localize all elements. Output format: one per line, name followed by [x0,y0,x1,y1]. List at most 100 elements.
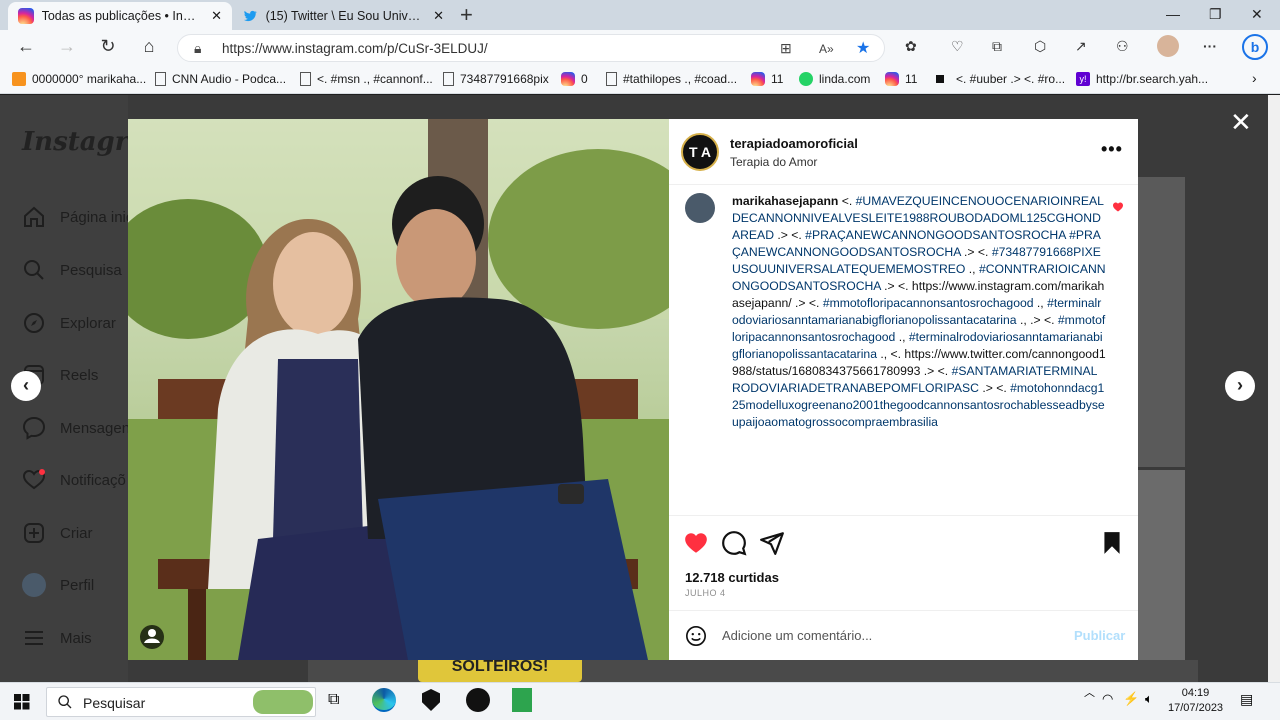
account-username[interactable]: terapiadoamoroficial [730,136,858,151]
tab-instagram[interactable]: Todas as publicações • Instagram ✕ [8,2,232,30]
page-icon [443,72,454,86]
bookmark-item[interactable]: <. #uuber .> <. #ro... [936,72,1065,86]
bookmark-item[interactable]: CNN Audio - Podca... [155,72,286,86]
bookmark-item[interactable]: linda.com [799,72,870,86]
collections-icon[interactable]: ⧉ [992,38,1002,55]
bookmark-item[interactable]: 11 [885,72,917,86]
page-icon [155,72,166,86]
close-window-icon[interactable]: ✕ [1251,6,1263,23]
page-scrollbar[interactable] [1268,95,1280,682]
back-icon[interactable]: ← [14,36,38,57]
background-post-thumbnail [1137,177,1185,467]
url-text[interactable]: https://www.instagram.com/p/CuSr-3ELDUJ/ [222,41,488,56]
post-photo[interactable] [128,119,669,660]
commenter-avatar[interactable] [685,193,715,223]
app-available-icon[interactable]: ⊞ [780,40,792,57]
previous-post-arrow-icon[interactable]: ‹ [11,371,41,401]
sidebar-item-create[interactable]: Criar [22,521,93,545]
sidebar-item-profile[interactable]: Perfil [22,573,94,597]
instagram-icon [18,8,34,24]
bookmark-item[interactable]: <. #msn ., #cannonf... [300,72,433,86]
bookmark-item[interactable]: #tathilopes ., #coad... [606,72,737,86]
comment-text-fragment: .> <. [978,381,1011,395]
publish-button[interactable]: Publicar [1074,628,1125,643]
search-icon [24,260,44,280]
sidebar-item-messages[interactable]: Mensagen [22,416,130,440]
read-aloud-icon[interactable]: A» [819,42,834,56]
post-header: T A terapiadoamoroficial Terapia do Amor… [669,119,1138,185]
navigation-bar: ← → ↻ ⌂ 🔒︎ https://www.instagram.com/p/C… [0,30,1280,66]
lock-icon[interactable]: 🔒︎ [194,40,201,57]
battery-icon[interactable]: ⚡ [1123,691,1139,707]
twitter-icon [243,10,258,22]
browser-essentials-icon[interactable]: ⬡ [1034,38,1046,55]
windows-start-icon[interactable] [14,694,30,710]
taskbar-clock[interactable]: 04:19 17/07/2023 [1168,686,1223,716]
forward-icon[interactable]: → [55,36,79,57]
post-details-panel: T A terapiadoamoroficial Terapia do Amor… [669,119,1138,660]
bookmark-item[interactable]: 73487791668pix [443,72,549,86]
sidebar-item-explore[interactable]: Explorar [22,311,116,335]
comment-input[interactable]: Adicione um comentário... [722,628,872,643]
sidebar-item-home[interactable]: Página inic [22,205,133,229]
messenger-icon [22,416,46,440]
ok-icon [12,72,26,86]
favorite-star-icon[interactable]: ★ [856,38,870,58]
security-shield-icon[interactable] [422,689,440,711]
taskbar-search-label: Pesquisar [83,695,146,711]
close-tab-icon[interactable]: ✕ [211,8,222,24]
minimize-icon[interactable]: — [1166,6,1180,22]
comment-icon[interactable] [721,530,747,556]
volume-icon[interactable]: 🔈︎ [1145,691,1153,707]
comment-text-fragment: .> <. [774,228,806,242]
tab-twitter[interactable]: (15) Twitter \ Eu Sou Universal (E ✕ [232,2,454,30]
next-post-arrow-icon[interactable]: › [1225,371,1255,401]
task-view-icon[interactable]: ⧉ [328,691,339,709]
share-send-icon[interactable] [759,530,785,556]
app-icon[interactable] [466,688,490,712]
like-heart-icon[interactable] [683,530,709,556]
bookmark-item[interactable]: 11 [751,72,783,86]
bing-copilot-icon[interactable]: b [1242,34,1268,60]
home-icon [24,206,44,227]
performance-icon[interactable]: ♡ [951,38,964,55]
account-avatar[interactable]: T A [681,133,719,171]
home-icon[interactable]: ⌂ [137,36,161,57]
more-options-icon[interactable]: ••• [1101,139,1123,160]
bookmark-item[interactable]: 0 [561,72,588,86]
sidebar-item-more[interactable]: Mais [22,626,92,650]
extensions-icon[interactable]: ✿ [905,38,917,55]
hashtag-link[interactable]: #PRAÇANEWCANNONGOODSANTOSROCHA [805,228,1066,242]
close-modal-icon[interactable]: ✕ [1230,109,1252,135]
emoji-icon[interactable] [685,625,707,647]
favorites-bar: 0000000° marikaha... CNN Audio - Podca..… [0,66,1280,94]
whatsapp-icon [799,72,813,86]
comment-like-heart-icon[interactable] [1112,201,1124,213]
hashtag-link[interactable]: #mmotofloripacannonsantosrochagood [823,296,1034,310]
compass-icon [24,313,44,333]
close-tab-icon[interactable]: ✕ [433,8,444,24]
bookmark-item[interactable]: 0000000° marikaha... [12,72,146,86]
maximize-icon[interactable]: ❐ [1209,6,1222,23]
sidebar-item-notifications[interactable]: Notificaçõ [22,468,126,492]
address-bar[interactable]: 🔒︎ https://www.instagram.com/p/CuSr-3ELD… [177,34,885,62]
workspaces-icon[interactable]: ⚇ [1116,38,1129,55]
comment-username[interactable]: marikahasejapann [732,194,838,208]
taskbar-search[interactable]: Pesquisar [46,687,316,717]
profile-avatar[interactable] [1157,35,1179,57]
sidebar-item-search[interactable]: Pesquisa [22,258,122,282]
app-green-icon[interactable] [512,688,532,712]
network-icon[interactable]: ◠ [1102,691,1113,707]
save-bookmark-icon[interactable] [1099,530,1125,556]
new-tab-icon[interactable]: + [460,4,473,26]
comment-text-fragment: ., [895,330,909,344]
share-icon[interactable]: ↗ [1075,38,1087,55]
chevron-right-icon[interactable]: › [1252,70,1257,86]
bookmark-item[interactable]: y! http://br.search.yah... [1076,72,1208,86]
refresh-icon[interactable]: ↻ [96,36,120,57]
notifications-icon[interactable]: ▤ [1240,691,1253,708]
settings-more-icon[interactable]: ··· [1203,38,1217,54]
likes-count[interactable]: 12.718 curtidas [685,570,779,585]
edge-browser-icon[interactable] [372,688,396,712]
tray-chevron-icon[interactable]: ︿ [1084,685,1095,701]
